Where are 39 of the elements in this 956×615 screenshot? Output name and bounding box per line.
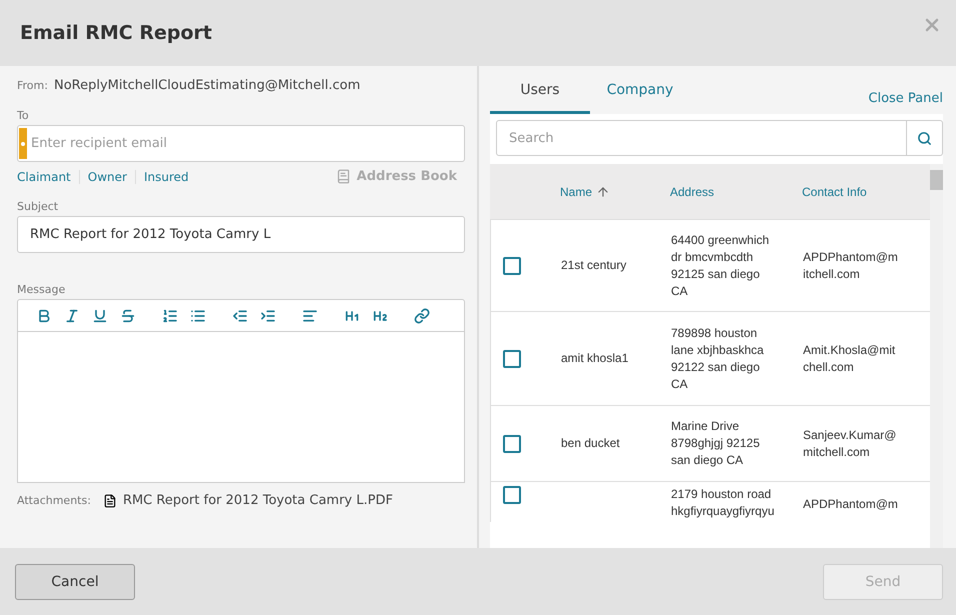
- contact-cell-text: APDPhantom@mitchell.com: [803, 248, 899, 282]
- recipient-link[interactable]: Claimant: [17, 170, 79, 184]
- row-checkbox[interactable]: [503, 434, 521, 452]
- recipient-field[interactable]: Enter recipient email: [17, 125, 465, 162]
- recipient-link[interactable]: Owner: [78, 170, 135, 184]
- from-address: NoReplyMitchellCloudEstimating@Mitchell.com: [54, 78, 360, 93]
- address-cell-text: Marine Drive 8798ghjgj 92125 san diego CA: [671, 418, 761, 469]
- search-icon[interactable]: [907, 120, 943, 156]
- recipient-link[interactable]: Insured: [134, 170, 197, 184]
- scrollbar[interactable]: [930, 164, 943, 548]
- cancel-button[interactable]: Cancel: [15, 564, 135, 600]
- address-cell-text: 2179 houston road hkgfiyrquaygfiyrqyu: [671, 486, 776, 520]
- row-checkbox[interactable]: [503, 486, 521, 504]
- address-cell-text: 789898 houston lane xbjhbaskhca 92122 san diego CA: [671, 324, 765, 392]
- close-panel-link[interactable]: Close Panel: [868, 91, 943, 106]
- address-book-icon: [336, 169, 351, 184]
- row-checkbox[interactable]: [503, 350, 521, 368]
- column-header[interactable]: Address: [670, 184, 802, 198]
- message-label: Message: [17, 283, 66, 296]
- subject-label: Subject: [17, 200, 60, 213]
- name-cell-text: amit khosla1: [561, 350, 630, 367]
- attachments-label: Attachments:: [17, 494, 91, 507]
- address-cell-text: 64400 greenwhich dr bmcvmbcdth 92125 san diego CA: [671, 232, 770, 300]
- name-cell-text: ben ducket: [561, 435, 621, 452]
- contact-cell-text: Amit.Khosla@mitchell.com: [803, 342, 896, 376]
- contact-cell-text: Sanjeev.Kumar@mitchell.com: [803, 426, 898, 460]
- attachment-file[interactable]: RMC Report for 2012 Toyota Camry L.PDF: [122, 493, 393, 508]
- name-cell-text: 21st century: [561, 257, 628, 274]
- row-checkbox[interactable]: [503, 256, 521, 274]
- column-header[interactable]: Contact Info: [802, 184, 912, 198]
- search-field[interactable]: Search: [496, 120, 907, 156]
- to-label: To: [17, 109, 30, 122]
- subject-field[interactable]: RMC Report for 2012 Toyota Camry L: [17, 216, 465, 253]
- contact-cell-text: APDPhantom@m: [803, 496, 899, 513]
- panel-tab[interactable]: Company: [590, 78, 690, 114]
- file-icon: [102, 494, 117, 508]
- column-header[interactable]: Name: [560, 184, 670, 198]
- from-label: From:: [17, 79, 48, 92]
- dialog-title: Email RMC Report: [20, 22, 212, 44]
